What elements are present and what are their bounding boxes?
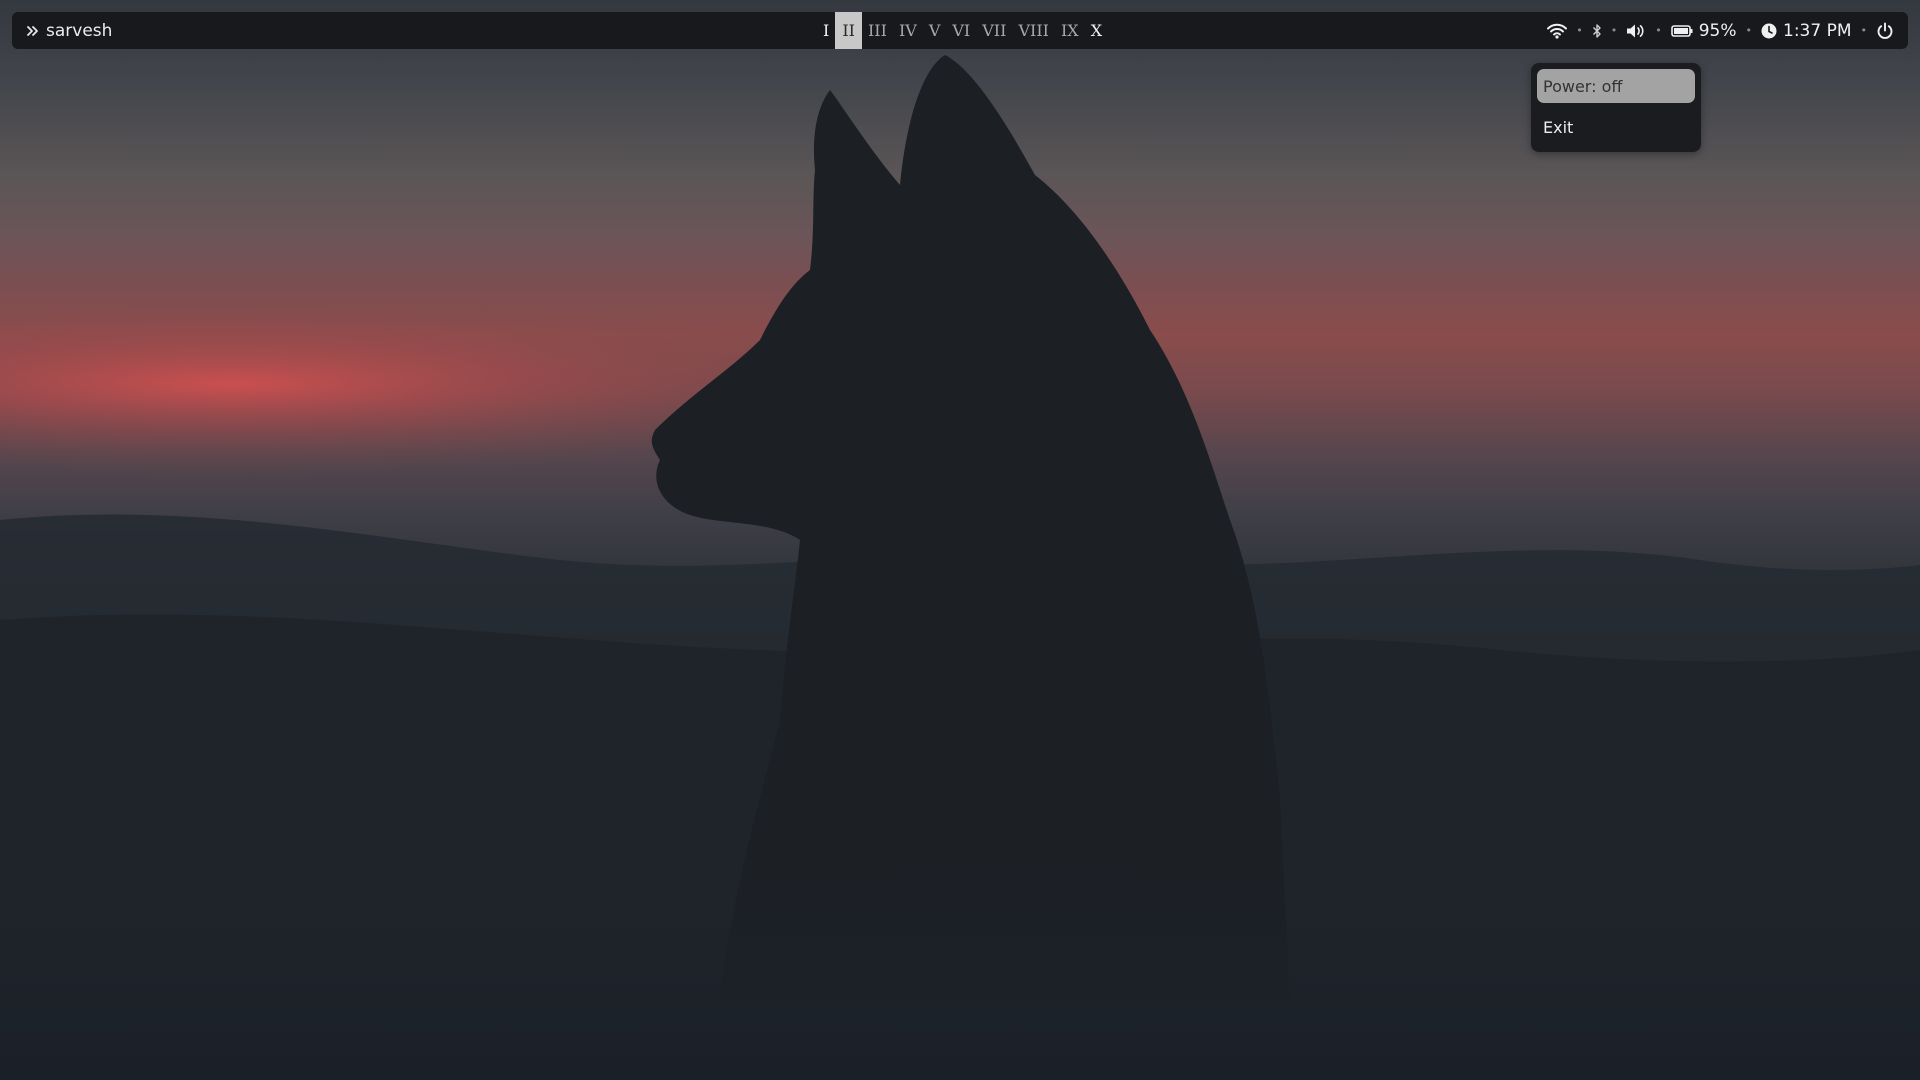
- volume-indicator[interactable]: [1626, 23, 1646, 39]
- tray-separator: •: [1745, 24, 1753, 37]
- wifi-icon: [1547, 23, 1568, 39]
- workspace-switcher: I II III IV V VI VII VIII IX X: [817, 12, 1108, 49]
- workspace-6[interactable]: VI: [946, 12, 976, 49]
- tray-separator: •: [1610, 24, 1618, 37]
- battery-percent: 95%: [1698, 20, 1737, 41]
- username-label: sarvesh: [46, 20, 113, 41]
- wifi-indicator[interactable]: [1547, 23, 1568, 39]
- workspace-2[interactable]: II: [835, 12, 862, 49]
- workspace-8[interactable]: VIII: [1012, 12, 1055, 49]
- clock-icon: [1761, 23, 1777, 39]
- workspace-7[interactable]: VII: [976, 12, 1012, 49]
- power-off-menu-item[interactable]: Power: off: [1537, 69, 1695, 103]
- chevrons-right-icon: [26, 24, 40, 38]
- power-button[interactable]: [1876, 22, 1894, 40]
- wolf-silhouette-image: [0, 55, 1920, 1080]
- clock-indicator[interactable]: 1:37 PM: [1761, 21, 1852, 41]
- exit-menu-item[interactable]: Exit: [1537, 110, 1695, 144]
- bluetooth-indicator[interactable]: [1592, 23, 1602, 39]
- workspace-10[interactable]: X: [1085, 12, 1108, 49]
- launcher-button[interactable]: sarvesh: [26, 12, 112, 49]
- bluetooth-icon: [1592, 23, 1602, 39]
- tray-separator: •: [1576, 24, 1583, 37]
- workspace-4[interactable]: IV: [893, 12, 923, 49]
- workspace-9[interactable]: IX: [1055, 12, 1085, 49]
- power-menu: Power: off Exit: [1531, 63, 1701, 152]
- tray-separator: •: [1860, 24, 1868, 37]
- power-icon: [1876, 22, 1894, 40]
- volume-icon: [1626, 23, 1646, 39]
- workspace-5[interactable]: V: [923, 12, 947, 49]
- clock-time: 1:37 PM: [1783, 20, 1852, 41]
- system-tray: • • • 95% • 1:37 PM •: [1547, 12, 1894, 49]
- battery-icon: [1670, 24, 1693, 37]
- workspace-3[interactable]: III: [862, 12, 893, 49]
- battery-indicator[interactable]: 95%: [1670, 20, 1737, 41]
- top-bar: sarvesh I II III IV V VI VII VIII IX X •: [12, 12, 1908, 49]
- desktop-wallpaper: [0, 0, 1920, 1080]
- workspace-1[interactable]: I: [817, 12, 835, 49]
- tray-separator: •: [1655, 24, 1662, 37]
